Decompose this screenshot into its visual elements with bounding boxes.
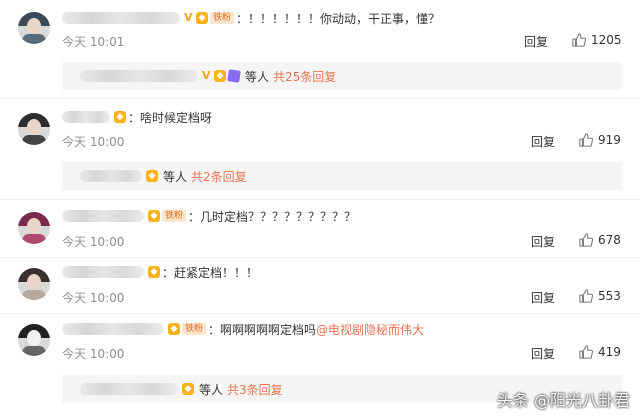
medal-icon: ◆: [196, 12, 208, 24]
timestamp: 今天 10:00: [62, 235, 125, 249]
comment-header: ◆ ：赶紧定档！！！: [62, 262, 258, 282]
comment-text: ：赶紧定档！！！: [162, 265, 259, 280]
face-shape: [27, 18, 41, 34]
thumb-up-icon: [579, 133, 593, 147]
body-shape: [22, 290, 46, 300]
like-count: 553: [598, 289, 621, 303]
username-blurred[interactable]: [62, 12, 180, 24]
reply-others-text: 等人: [245, 69, 270, 84]
like-button[interactable]: 919: [579, 133, 621, 147]
face-shape: [27, 218, 41, 234]
medal-icon: ◆: [182, 383, 194, 395]
thumb-up-icon: [579, 289, 593, 303]
medal-icon: ◆: [214, 70, 226, 82]
face-shape: [27, 274, 41, 290]
reply-button[interactable]: 回复: [531, 133, 555, 150]
avatar[interactable]: [18, 113, 50, 145]
medal-icon: ◆: [168, 323, 180, 335]
body-shape: [22, 34, 46, 44]
medal-icon: ◆: [148, 210, 160, 222]
comment-text: ：几时定档？？？？？？？？？: [188, 209, 357, 224]
like-count: 919: [598, 133, 621, 147]
reply-usernames-blurred: [80, 70, 198, 82]
divider: [0, 98, 640, 99]
reply-others-text: 等人: [199, 382, 224, 397]
timestamp: 今天 10:00: [62, 135, 125, 149]
medal-icon: ◆: [114, 111, 126, 123]
reply-count-link[interactable]: 共3条回复: [227, 381, 283, 398]
reply-button[interactable]: 回复: [531, 289, 555, 306]
reply-others-text: 等人: [163, 169, 188, 184]
mention-link[interactable]: @电视剧隐秘而伟大: [316, 321, 424, 338]
timestamp: 今天 10:00: [62, 291, 125, 305]
fan-badge: 铁粉: [182, 323, 207, 335]
medal-icon: ◆: [148, 266, 160, 278]
like-button[interactable]: 419: [579, 345, 621, 359]
verified-icon: V: [202, 69, 211, 82]
like-count: 1205: [591, 33, 622, 47]
divider: [0, 199, 640, 200]
body-shape: [22, 135, 46, 145]
reply-usernames-blurred: [80, 383, 178, 395]
divider: [0, 313, 640, 314]
reply-button[interactable]: 回复: [524, 33, 548, 50]
thumb-up-icon: [579, 233, 593, 247]
username-blurred[interactable]: [62, 111, 110, 123]
fan-badge: 铁粉: [162, 210, 187, 222]
face-shape: [27, 119, 41, 135]
reply-count-link[interactable]: 共25条回复: [273, 68, 336, 85]
reply-button[interactable]: 回复: [531, 345, 555, 362]
comment-text: ：啥时候定档呀: [128, 110, 213, 125]
username-blurred[interactable]: [62, 266, 144, 278]
comment-header: ◆ 铁粉 ：啊啊啊啊啊定档吗 @电视剧隐秘而伟大: [62, 319, 424, 339]
username-blurred[interactable]: [62, 210, 144, 222]
like-count: 419: [598, 345, 621, 359]
timestamp: 今天 10:01: [62, 35, 125, 49]
reply-thread[interactable]: ◆ 等人 共2条回复: [62, 162, 622, 190]
thumb-up-icon: [572, 33, 586, 47]
face-shape: [27, 330, 41, 346]
comment-text: ：！！！！！！你动动，干正事，懂？: [236, 11, 441, 26]
username-blurred[interactable]: [62, 323, 164, 335]
thumb-up-icon: [579, 345, 593, 359]
timestamp: 今天 10:00: [62, 347, 125, 361]
reply-count-link[interactable]: 共2条回复: [191, 168, 247, 185]
comment-text: ：啊啊啊啊啊定档吗: [208, 322, 317, 337]
medal-icon: ◆: [146, 170, 158, 182]
reply-thread[interactable]: V ◆ 等人 共25条回复: [62, 62, 622, 90]
avatar[interactable]: [18, 212, 50, 244]
comment-header: ◆ ：啥时候定档呀: [62, 107, 212, 127]
like-button[interactable]: 1205: [572, 33, 622, 47]
verified-icon: V: [184, 11, 193, 24]
watermark: 头条 @阳光八卦君: [496, 391, 630, 410]
badge-icon: [227, 69, 241, 83]
divider: [0, 257, 640, 258]
like-count: 678: [598, 233, 621, 247]
comment-header: V ◆ 铁粉 ：！！！！！！你动动，干正事，懂？: [62, 8, 440, 28]
body-shape: [22, 346, 46, 356]
avatar[interactable]: [18, 324, 50, 356]
like-button[interactable]: 678: [579, 233, 621, 247]
body-shape: [22, 234, 46, 244]
reply-button[interactable]: 回复: [531, 233, 555, 250]
avatar[interactable]: [18, 12, 50, 44]
fan-badge: 铁粉: [210, 12, 235, 24]
avatar[interactable]: [18, 268, 50, 300]
comment-header: ◆ 铁粉 ：几时定档？？？？？？？？？: [62, 206, 356, 226]
like-button[interactable]: 553: [579, 289, 621, 303]
reply-usernames-blurred: [80, 170, 142, 182]
